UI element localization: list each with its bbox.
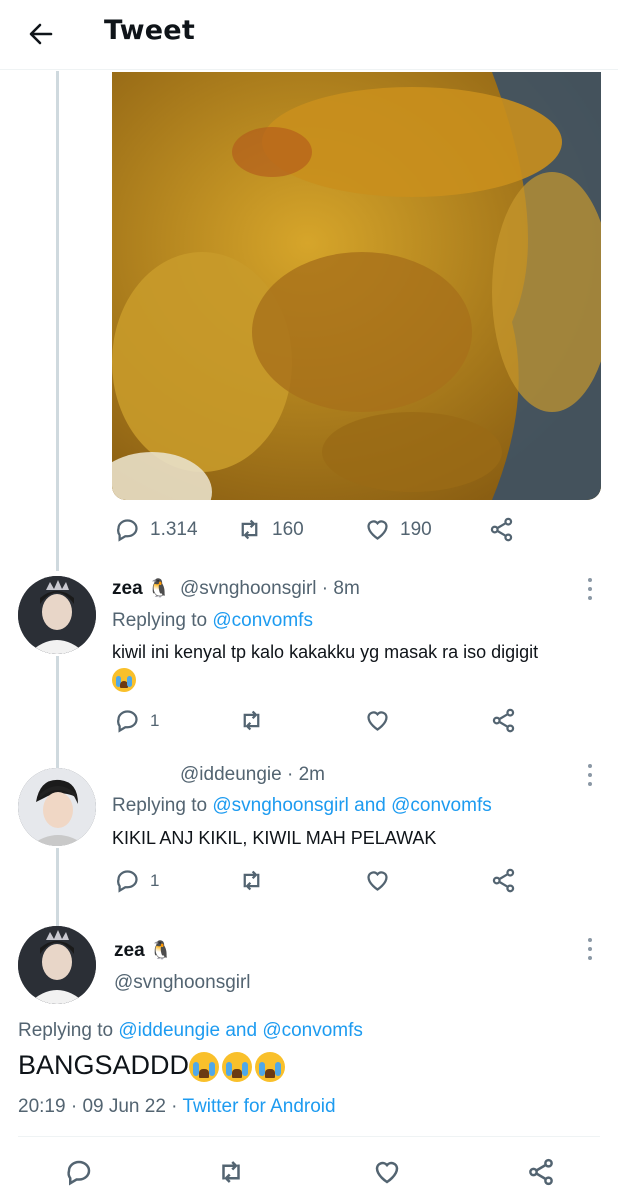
heart-icon [367,711,388,731]
tweet-text: BANGSADDD [18,1050,286,1082]
like-action[interactable] [372,1157,402,1187]
crying-emoji-icon [255,1051,286,1082]
handle[interactable]: @svnghoonsgirl [114,972,251,994]
more-options-icon[interactable] [586,578,594,602]
replying-to: Replying to @iddeungie and @convomfs [18,1020,363,1042]
heart-icon [375,1161,399,1184]
crying-emoji-icon [222,1051,253,1082]
page-title: Tweet [104,15,195,46]
top-bar: Tweet [0,0,618,70]
arrow-left-icon [29,23,53,45]
share-action[interactable] [526,1157,556,1187]
reply-count: 1.314 [150,518,198,540]
avatar[interactable] [18,768,96,846]
heart-icon [367,520,388,540]
thread-line [56,656,59,768]
replying-to: Replying to @convomfs [112,610,313,632]
reply-action[interactable]: 1 [114,867,159,894]
avatar[interactable] [18,926,96,1004]
tweet-page: Tweet 1.314 160 190 zea 🐧 @svnghoonsgirl… [0,0,618,1200]
retweet-icon [243,870,260,891]
display-name[interactable]: zea 🐧 [112,578,170,600]
reply-action[interactable]: 1 [114,707,159,734]
avatar-image [18,926,96,1004]
retweet-action[interactable] [216,1157,246,1187]
like-action[interactable] [364,707,391,734]
retweet-count: 160 [272,518,304,540]
more-options-icon[interactable] [586,938,594,962]
reply-icon [117,519,138,542]
mention-link[interactable]: @convomfs [391,795,492,816]
penguin-emoji-icon: 🐧 [147,578,171,599]
replying-prefix: Replying to [18,1020,119,1041]
share-icon [492,708,515,733]
heart-icon [367,871,388,891]
thread-line [56,848,59,928]
retweet-icon [241,519,258,540]
tweet-time: 20:19 [18,1096,66,1117]
timestamp[interactable]: 8m [333,578,359,599]
replying-prefix: Replying to [112,610,213,631]
reply-count: 1 [150,710,160,730]
reply-icon [67,1160,91,1186]
handle-line: @svnghoonsgirl · 8m [180,578,360,599]
share-icon [529,1158,553,1186]
tweet-text: KIKIL ANJ KIKIL, KIWIL MAH PELAWAK [112,828,437,848]
reply-action[interactable]: 1.314 [114,516,198,543]
mention-link[interactable]: @svnghoonsgirl [212,795,349,816]
reply-count: 1 [150,870,160,890]
crying-emoji-icon [189,1051,220,1082]
tweet-photo[interactable] [112,72,601,500]
retweet-action[interactable] [238,707,265,734]
retweet-icon [222,1161,240,1183]
name-text: zea [112,578,143,599]
like-action[interactable]: 190 [364,516,432,543]
mention-link[interactable]: @iddeungie [118,1020,220,1041]
tweet-text-content: BANGSADDD [18,1050,190,1080]
tweet-source-link[interactable]: Twitter for Android [182,1096,335,1117]
avatar[interactable] [18,576,96,654]
replying-and: and [220,1020,263,1041]
like-count: 190 [400,518,432,540]
back-button[interactable] [24,16,60,52]
replying-prefix: Replying to [112,795,213,816]
tweet-meta: 20:19 · 09 Jun 22 · Twitter for Android [18,1096,336,1117]
share-icon [490,517,513,542]
tweet-date: 09 Jun 22 [82,1096,166,1117]
handle-line: @iddeungie · 2m [180,764,325,785]
retweet-action[interactable] [238,867,265,894]
crying-emoji-icon [112,668,136,692]
mention-link[interactable]: @convomfs [262,1020,363,1041]
avatar-image [18,576,96,654]
handle[interactable]: @iddeungie [180,764,282,785]
reply-icon [117,870,138,893]
divider [18,1136,600,1137]
retweet-action[interactable]: 160 [236,516,304,543]
share-action[interactable] [488,516,515,543]
like-action[interactable] [364,867,391,894]
replying-and: and [348,795,392,816]
share-action[interactable] [490,707,517,734]
retweet-icon [243,710,260,731]
more-options-icon[interactable] [586,764,594,788]
avatar-image [18,768,96,846]
name-text: zea [114,940,145,961]
tweet-text: kiwil ini kenyal tp kalo kakakku yg masa… [112,642,539,662]
food-image [112,72,601,500]
timestamp[interactable]: 2m [299,764,325,785]
replying-to: Replying to @svnghoonsgirl and @convomfs [112,795,492,817]
reply-action[interactable] [64,1157,94,1187]
share-action[interactable] [490,867,517,894]
thread-line [56,71,59,571]
share-icon [492,868,515,893]
display-name[interactable]: zea 🐧 [114,940,172,962]
mention-link[interactable]: @convomfs [212,610,313,631]
penguin-emoji-icon: 🐧 [149,940,173,961]
handle[interactable]: @svnghoonsgirl [180,578,317,599]
reply-icon [117,710,138,733]
